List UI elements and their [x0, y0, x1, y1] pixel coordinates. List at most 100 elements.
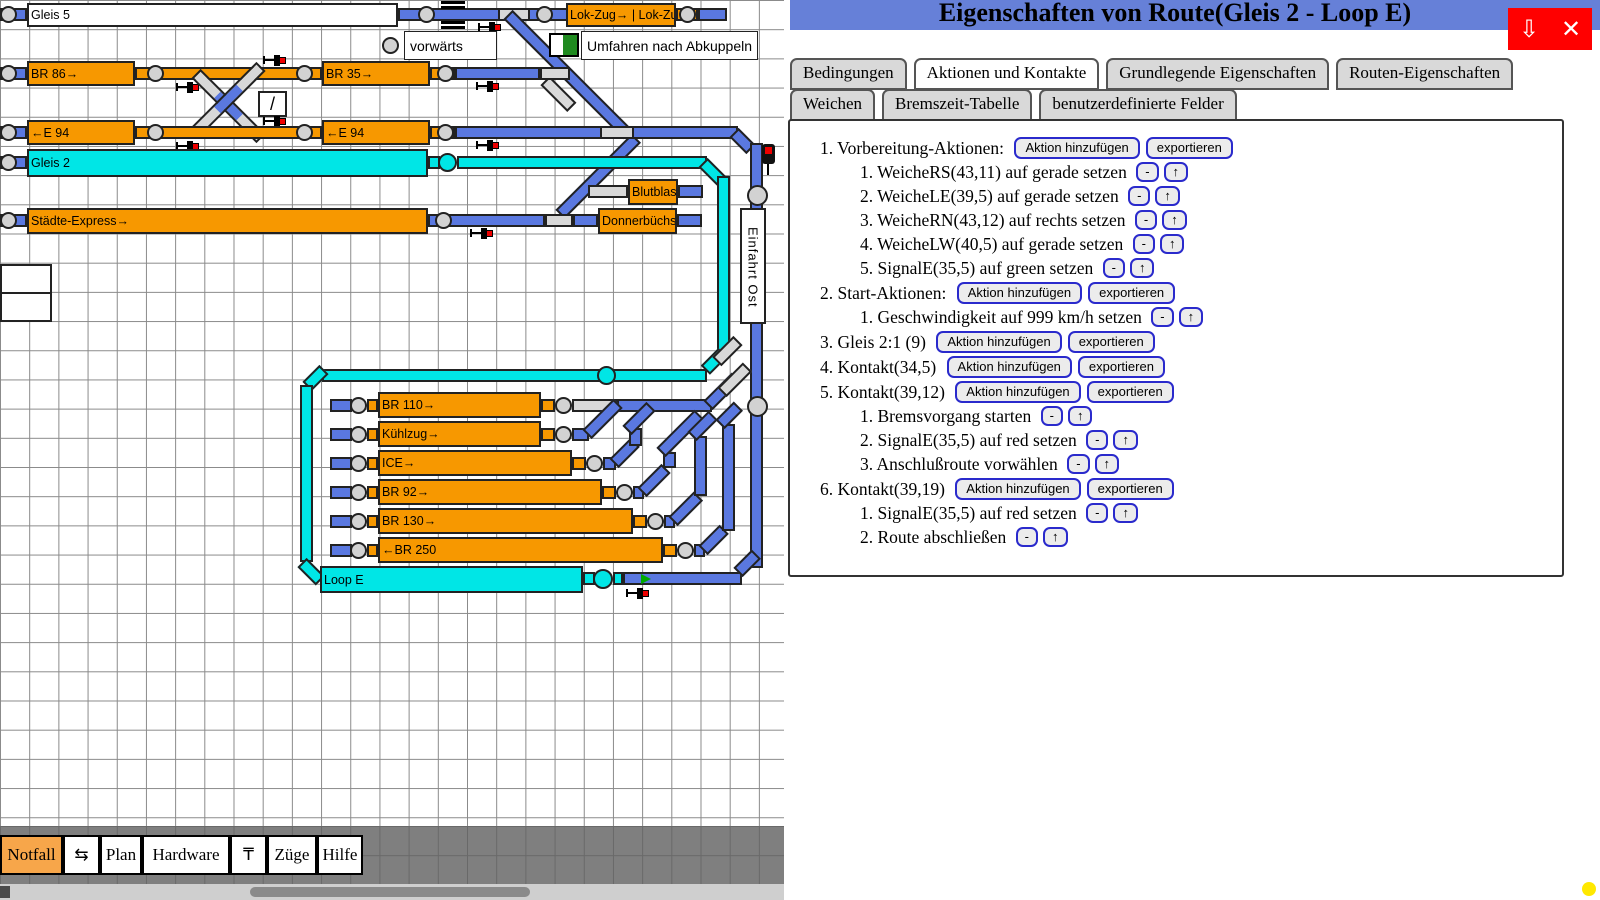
switch-knob[interactable]	[0, 65, 17, 82]
block-blutblase[interactable]: Blutblase	[628, 179, 678, 205]
switch-knob[interactable]	[296, 124, 313, 141]
switch-knob[interactable]	[350, 426, 367, 443]
switch-knob[interactable]	[586, 455, 603, 472]
block-br35[interactable]: BR 35→	[322, 61, 430, 86]
block-gleis2[interactable]: Gleis 2	[27, 149, 428, 177]
add-action-button[interactable]: Aktion hinzufügen	[936, 331, 1061, 353]
block-kuehlzug[interactable]: Kühlzug→	[378, 421, 541, 447]
block-br86[interactable]: BR 86→	[27, 61, 135, 86]
remove-action-button[interactable]: -	[1016, 527, 1038, 547]
export-button[interactable]: exportieren	[1088, 282, 1175, 304]
remove-action-button[interactable]: -	[1135, 210, 1157, 230]
direction-knob[interactable]	[382, 37, 399, 54]
move-up-button[interactable]: ↑	[1164, 162, 1189, 182]
hardware-button[interactable]: Hardware	[142, 835, 230, 875]
zuege-button[interactable]: Züge	[267, 835, 317, 875]
export-button[interactable]: exportieren	[1078, 356, 1165, 378]
empty-block[interactable]	[0, 292, 52, 322]
switch-knob[interactable]	[647, 513, 664, 530]
track-plan[interactable]: Gleis 5 Lok-Zug→ | Lok-Zug vorwärts Umfa…	[0, 0, 784, 826]
switch-knob[interactable]	[350, 455, 367, 472]
switch-knob[interactable]	[555, 397, 572, 414]
signal-icon[interactable]	[176, 82, 199, 93]
block-e94-b[interactable]: ←E 94	[322, 120, 430, 145]
add-action-button[interactable]: Aktion hinzufügen	[955, 478, 1080, 500]
move-up-button[interactable]: ↑	[1130, 258, 1155, 278]
block-ice[interactable]: ICE→	[378, 450, 572, 476]
switch-knob[interactable]	[350, 397, 367, 414]
add-action-button[interactable]: Aktion hinzufügen	[957, 282, 1082, 304]
label-einfahrt-ost[interactable]: Einfahrt Ost	[740, 208, 766, 324]
switch-knob[interactable]	[0, 124, 17, 141]
move-up-button[interactable]: ↑	[1095, 454, 1120, 474]
block-lok-zug[interactable]: Lok-Zug→ | Lok-Zug	[566, 3, 676, 27]
switch-knob[interactable]	[536, 6, 553, 23]
move-up-button[interactable]: ↑	[1113, 503, 1138, 523]
horizontal-scrollbar[interactable]	[0, 884, 784, 900]
tab-2[interactable]: Grundlegende Eigenschaften	[1106, 58, 1329, 90]
switch-knob[interactable]	[616, 484, 633, 501]
signal-icon[interactable]	[476, 81, 499, 92]
move-up-button[interactable]: ↑	[1179, 307, 1204, 327]
remove-action-button[interactable]: -	[1136, 162, 1158, 182]
minimize-icon[interactable]: ⇩	[1519, 15, 1539, 44]
move-up-button[interactable]: ↑	[1155, 186, 1180, 206]
add-action-button[interactable]: Aktion hinzufügen	[955, 381, 1080, 403]
close-icon[interactable]: ✕	[1561, 15, 1581, 44]
block-br130[interactable]: BR 130→	[378, 508, 633, 534]
export-button[interactable]: exportieren	[1068, 331, 1155, 353]
tab2-2[interactable]: benutzerdefinierte Felder	[1039, 89, 1236, 121]
scrollbar-thumb[interactable]	[250, 887, 530, 897]
signal-icon[interactable]	[263, 55, 286, 66]
block-br250[interactable]: ←BR 250	[378, 537, 663, 563]
crossing-indicator[interactable]: /	[258, 91, 287, 117]
remove-action-button[interactable]: -	[1086, 503, 1108, 523]
switch-knob[interactable]	[593, 569, 613, 589]
export-button[interactable]: exportieren	[1146, 137, 1233, 159]
switch-knob[interactable]	[350, 513, 367, 530]
switch-knob[interactable]	[437, 65, 454, 82]
move-up-button[interactable]: ↑	[1068, 406, 1093, 426]
hilfe-button[interactable]: Hilfe	[317, 835, 363, 875]
remove-action-button[interactable]: -	[1151, 307, 1173, 327]
move-up-button[interactable]: ↑	[1162, 210, 1187, 230]
signal-icon[interactable]	[476, 140, 499, 151]
switch-knob[interactable]	[555, 426, 572, 443]
signal-icon[interactable]	[470, 228, 493, 239]
plan-button[interactable]: Plan	[100, 835, 142, 875]
switch-knob[interactable]	[350, 542, 367, 559]
tab-3[interactable]: Routen-Eigenschaften	[1336, 58, 1513, 90]
direction-field[interactable]: vorwärts	[404, 31, 497, 60]
remove-action-button[interactable]: -	[1103, 258, 1125, 278]
block-loop-e[interactable]: Loop E	[320, 566, 583, 593]
flag-icon[interactable]	[549, 33, 579, 57]
switch-knob[interactable]	[0, 6, 17, 23]
switch-knob[interactable]	[418, 6, 435, 23]
switch-knob[interactable]	[677, 542, 694, 559]
switch-knob[interactable]	[296, 65, 313, 82]
track-symbol-icon[interactable]: ₸	[230, 835, 267, 875]
block-e94-a[interactable]: ←E 94	[27, 120, 135, 145]
move-up-button[interactable]: ↑	[1113, 430, 1138, 450]
switch-knob[interactable]	[438, 153, 457, 172]
notfall-button[interactable]: Notfall	[0, 835, 63, 875]
block-br92[interactable]: BR 92→	[378, 479, 602, 505]
tab2-1[interactable]: Bremszeit-Tabelle	[882, 89, 1032, 121]
swap-direction-icon[interactable]: ⇆	[63, 835, 100, 875]
switch-knob[interactable]	[597, 366, 616, 385]
export-button[interactable]: exportieren	[1087, 381, 1174, 403]
switch-knob[interactable]	[147, 65, 164, 82]
switch-knob[interactable]	[679, 6, 696, 23]
remove-action-button[interactable]: -	[1133, 234, 1155, 254]
switch-knob[interactable]	[147, 124, 164, 141]
block-donnerbuechse[interactable]: Donnerbüchse	[598, 208, 677, 234]
move-up-button[interactable]: ↑	[1160, 234, 1185, 254]
block-gleis5[interactable]: Gleis 5	[27, 3, 398, 27]
switch-knob[interactable]	[0, 212, 17, 229]
signal-icon[interactable]	[762, 144, 775, 164]
switch-knob[interactable]	[350, 484, 367, 501]
switch-knob[interactable]	[747, 396, 768, 417]
remove-action-button[interactable]: -	[1067, 454, 1089, 474]
block-staedte-express[interactable]: Städte-Express→	[27, 208, 428, 234]
remove-action-button[interactable]: -	[1128, 186, 1150, 206]
